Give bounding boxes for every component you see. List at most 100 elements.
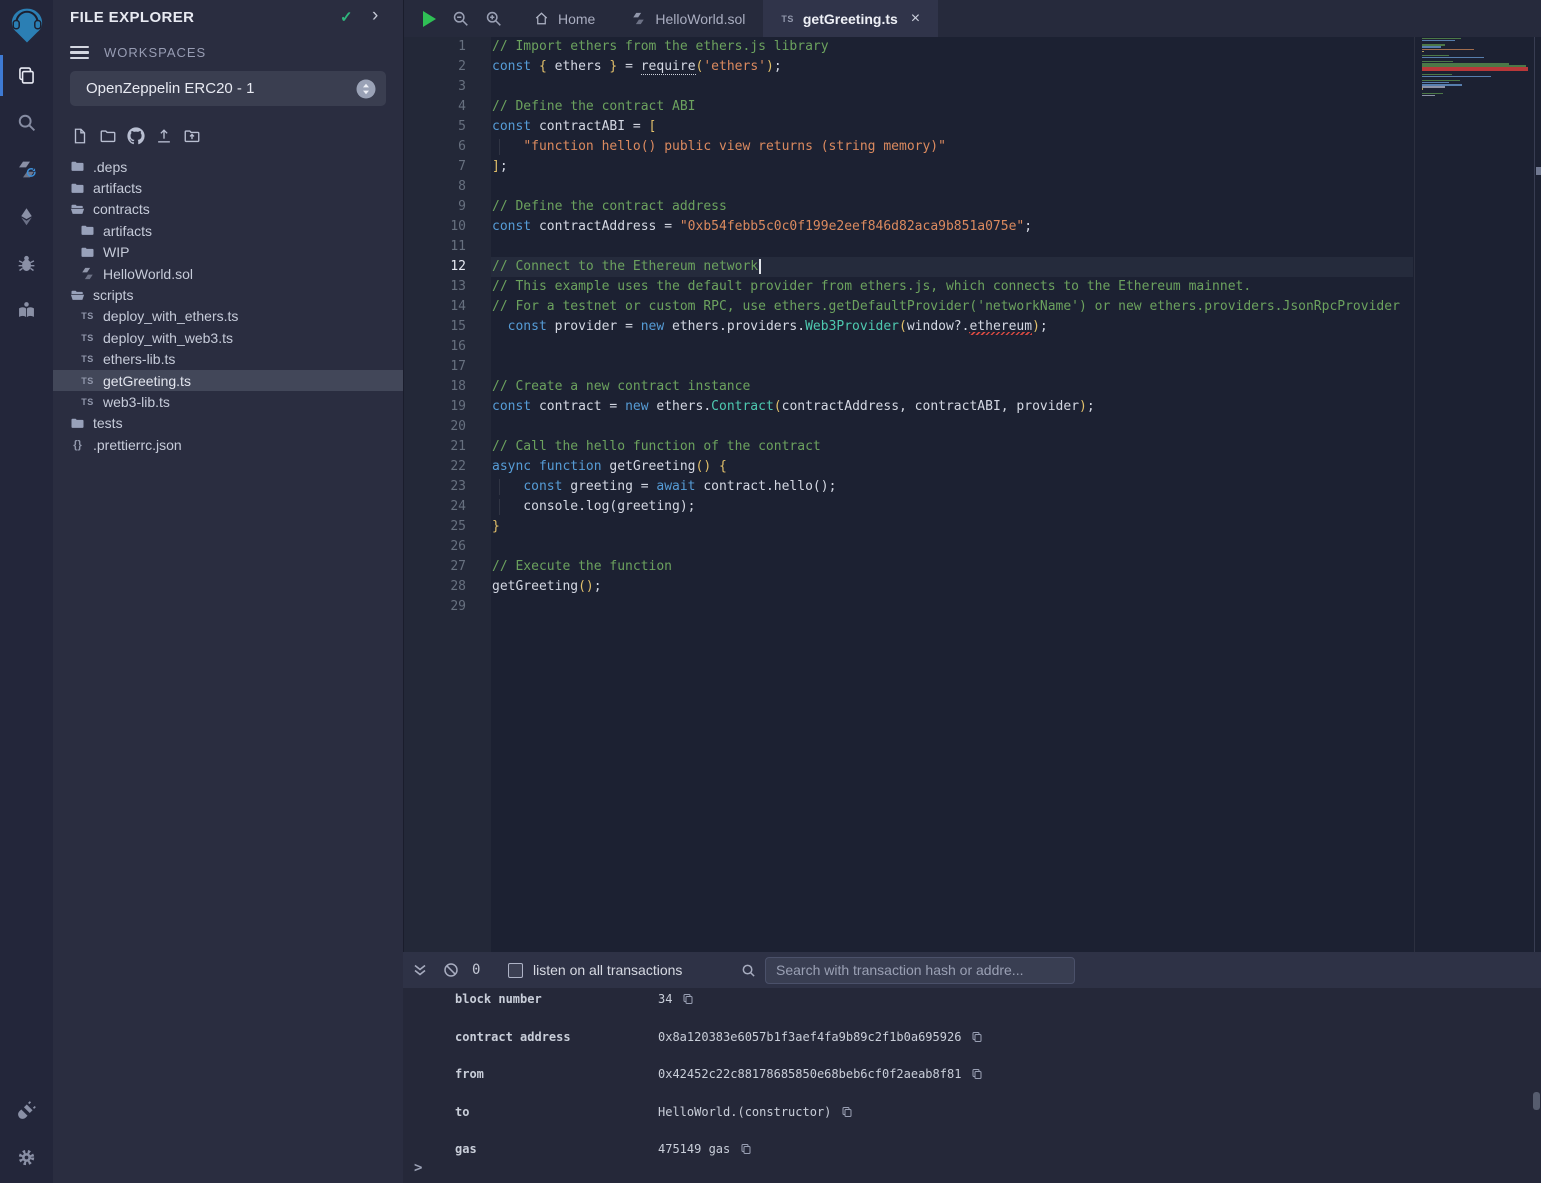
- editor-gutter: 1234567891011121314151617181920212223242…: [404, 37, 491, 952]
- activity-item-file-explorer[interactable]: [0, 52, 53, 99]
- check-icon[interactable]: ✓: [340, 8, 353, 26]
- tab-home[interactable]: Home: [516, 0, 613, 37]
- code-line-5[interactable]: const contractABI = [: [491, 117, 1413, 137]
- tab-label: getGreeting.ts: [803, 11, 898, 27]
- code-line-27[interactable]: // Execute the function: [491, 557, 1413, 577]
- terminal-prompt[interactable]: >: [414, 1160, 422, 1176]
- code-line-13[interactable]: // This example uses the default provide…: [491, 277, 1413, 297]
- code-line-25[interactable]: }: [491, 517, 1413, 537]
- code-line-23[interactable]: const greeting = await contract.hello();: [491, 477, 1413, 497]
- tree-item-ethers-lib-ts[interactable]: TSethers-lib.ts: [53, 349, 403, 370]
- code-line-18[interactable]: // Create a new contract instance: [491, 377, 1413, 397]
- code-line-21[interactable]: // Call the hello function of the contra…: [491, 437, 1413, 457]
- scrollbar-thumb[interactable]: [1536, 167, 1541, 175]
- code-line-15[interactable]: const provider = new ethers.providers.We…: [491, 317, 1413, 337]
- zoom-out-icon[interactable]: [452, 10, 469, 27]
- tree-item-scripts[interactable]: scripts: [53, 284, 403, 305]
- code-line-24[interactable]: console.log(greeting);: [491, 497, 1413, 517]
- tree-item-artifacts[interactable]: artifacts: [53, 220, 403, 241]
- line-number: 20: [404, 417, 491, 437]
- tree-item-deploy-with-web3-ts[interactable]: TSdeploy_with_web3.ts: [53, 327, 403, 348]
- minimap[interactable]: [1414, 37, 1534, 952]
- tree-item-contracts[interactable]: contracts: [53, 199, 403, 220]
- listen-transactions-checkbox[interactable]: [508, 963, 523, 978]
- line-number: 29: [404, 597, 491, 617]
- line-number: 17: [404, 357, 491, 377]
- tree-item-getgreeting-ts[interactable]: TSgetGreeting.ts: [53, 370, 403, 391]
- workspace-select[interactable]: OpenZeppelin ERC20 - 1: [70, 71, 386, 106]
- line-number: 5: [404, 117, 491, 137]
- clear-console-icon[interactable]: [443, 962, 459, 978]
- code-line-3[interactable]: [491, 77, 1413, 97]
- upload-folder-icon[interactable]: [182, 125, 201, 146]
- new-file-icon[interactable]: [70, 125, 89, 146]
- tree-item-wip[interactable]: WIP: [53, 242, 403, 263]
- code-line-1[interactable]: // Import ethers from the ethers.js libr…: [491, 37, 1413, 57]
- tree-item-helloworld-sol[interactable]: HelloWorld.sol: [53, 263, 403, 284]
- expand-terminal-icon[interactable]: [412, 962, 428, 978]
- code-line-28[interactable]: getGreeting();: [491, 577, 1413, 597]
- code-line-17[interactable]: [491, 357, 1413, 377]
- overview-ruler: [1534, 37, 1541, 952]
- code-line-6[interactable]: "function hello() public view returns (s…: [491, 137, 1413, 157]
- code-line-9[interactable]: // Define the contract address: [491, 197, 1413, 217]
- tab-helloworld-sol[interactable]: HelloWorld.sol: [613, 0, 763, 37]
- copy-icon[interactable]: [682, 993, 694, 1005]
- code-line-22[interactable]: async function getGreeting() {: [491, 457, 1413, 477]
- activity-item-learneth[interactable]: [0, 287, 53, 334]
- copy-icon[interactable]: [740, 1143, 752, 1155]
- line-number: 23: [404, 477, 491, 497]
- line-number: 8: [404, 177, 491, 197]
- copy-icon[interactable]: [971, 1068, 983, 1080]
- code-line-29[interactable]: [491, 597, 1413, 617]
- code-line-12[interactable]: // Connect to the Ethereum network: [491, 257, 1413, 277]
- activity-item-debugger[interactable]: [0, 240, 53, 287]
- activity-item-plugin-manager[interactable]: [0, 1087, 53, 1134]
- new-folder-icon[interactable]: [98, 125, 117, 146]
- code-line-16[interactable]: [491, 337, 1413, 357]
- line-number: 15: [404, 317, 491, 337]
- code-line-10[interactable]: const contractAddress = "0xb54febb5c0c0f…: [491, 217, 1413, 237]
- tree-item-label: .deps: [93, 159, 127, 175]
- minimap-line: [1422, 57, 1484, 58]
- line-number: 10: [404, 217, 491, 237]
- tree-item-label: WIP: [103, 244, 129, 260]
- run-script-button[interactable]: [423, 11, 436, 27]
- workspaces-row: WORKSPACES: [70, 45, 206, 60]
- line-number: 1: [404, 37, 491, 57]
- code-line-14[interactable]: // For a testnet or custom RPC, use ethe…: [491, 297, 1413, 317]
- code-line-20[interactable]: [491, 417, 1413, 437]
- activity-item-remix-logo[interactable]: [0, 0, 53, 52]
- code-line-26[interactable]: [491, 537, 1413, 557]
- tree-item--deps[interactable]: .deps: [53, 156, 403, 177]
- code-line-8[interactable]: [491, 177, 1413, 197]
- tree-item-tests[interactable]: tests: [53, 413, 403, 434]
- activity-item-settings[interactable]: [0, 1134, 53, 1181]
- tree-item-web3-lib-ts[interactable]: TSweb3-lib.ts: [53, 391, 403, 412]
- code-line-2[interactable]: const { ethers } = require('ethers');: [491, 57, 1413, 77]
- zoom-in-icon[interactable]: [485, 10, 502, 27]
- workspaces-menu-icon[interactable]: [70, 46, 89, 59]
- code-line-4[interactable]: // Define the contract ABI: [491, 97, 1413, 117]
- code-line-7[interactable]: ];: [491, 157, 1413, 177]
- activity-item-search[interactable]: [0, 99, 53, 146]
- chevron-right-icon[interactable]: ›: [372, 5, 378, 27]
- tree-item-artifacts[interactable]: artifacts: [53, 177, 403, 198]
- editor-code[interactable]: // Import ethers from the ethers.js libr…: [491, 37, 1413, 952]
- copy-icon[interactable]: [971, 1031, 983, 1043]
- tree-item-deploy-with-ethers-ts[interactable]: TSdeploy_with_ethers.ts: [53, 306, 403, 327]
- activity-item-solidity-compiler[interactable]: [0, 146, 53, 193]
- close-tab-icon[interactable]: ×: [911, 10, 920, 28]
- folder-open-icon: [69, 202, 86, 217]
- line-number: 14: [404, 297, 491, 317]
- github-icon[interactable]: [126, 125, 145, 146]
- terminal-scrollbar-thumb[interactable]: [1533, 1092, 1540, 1110]
- transaction-search-input[interactable]: [765, 957, 1075, 984]
- upload-file-icon[interactable]: [154, 125, 173, 146]
- code-line-19[interactable]: const contract = new ethers.Contract(con…: [491, 397, 1413, 417]
- activity-item-deploy-run[interactable]: [0, 193, 53, 240]
- tree-item--prettierrc-json[interactable]: {}.prettierrc.json: [53, 434, 403, 455]
- code-line-11[interactable]: [491, 237, 1413, 257]
- copy-icon[interactable]: [841, 1106, 853, 1118]
- tab-getgreeting-ts[interactable]: TSgetGreeting.ts×: [763, 0, 938, 37]
